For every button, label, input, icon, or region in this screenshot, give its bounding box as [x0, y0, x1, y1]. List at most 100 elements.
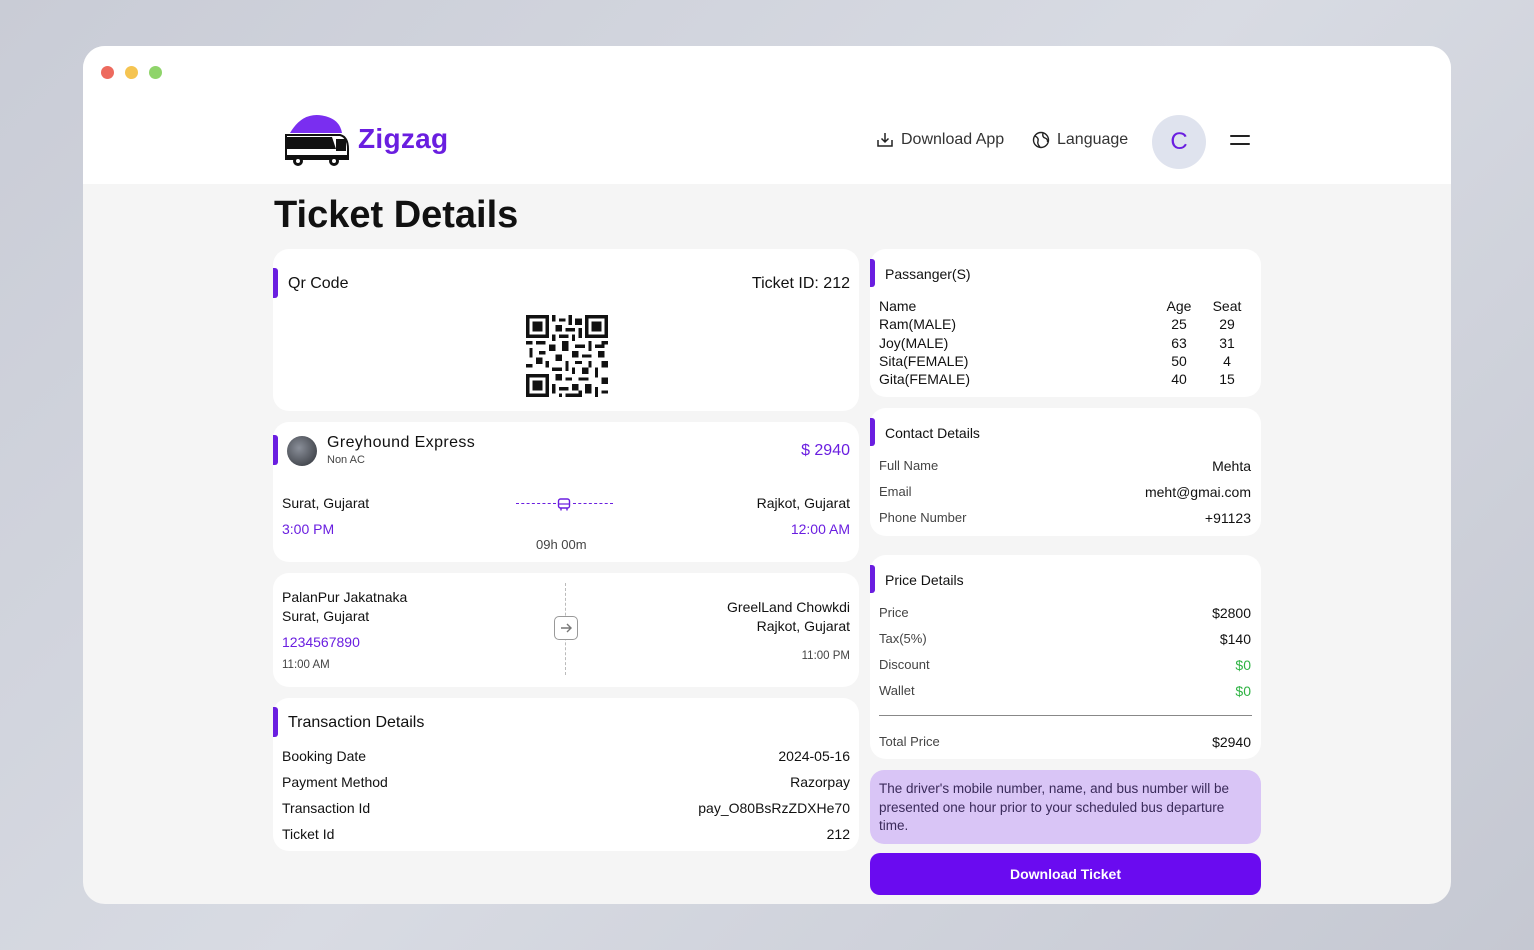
phone-label: Phone Number — [879, 510, 967, 525]
drop-time: 11:00 PM — [801, 650, 850, 662]
table-row: Gita(FEMALE) 40 15 — [879, 370, 1255, 388]
download-icon — [877, 133, 893, 147]
passenger-name: Sita(FEMALE) — [879, 353, 969, 370]
wallet-value: $0 — [1235, 683, 1251, 699]
wallet-label: Wallet — [879, 683, 915, 698]
route-line-left — [516, 503, 556, 504]
to-city: Rajkot, Gujarat — [756, 495, 850, 511]
age-header: Age — [1166, 298, 1192, 315]
passenger-seat: 15 — [1219, 371, 1235, 388]
section-accent — [870, 259, 875, 287]
passenger-name: Joy(MALE) — [879, 334, 949, 351]
qr-code-title: Qr Code — [288, 275, 349, 292]
minimize-window-dot[interactable] — [125, 66, 138, 79]
passenger-seat: 4 — [1223, 353, 1231, 370]
passenger-age: 50 — [1171, 353, 1187, 370]
from-city: Surat, Gujarat — [282, 495, 370, 511]
maximize-window-dot[interactable] — [149, 66, 162, 79]
passenger-name: Ram(MALE) — [879, 316, 957, 333]
full-name-label: Full Name — [879, 458, 939, 473]
payment-method-label: Payment Method — [282, 774, 388, 790]
ticket-id-row-label: Ticket Id — [282, 826, 335, 842]
pickup-time: 11:00 AM — [282, 659, 330, 671]
qr-code-card: Qr Code Ticket ID: 212 — [273, 249, 859, 411]
discount-value: $0 — [1235, 657, 1251, 673]
section-accent — [273, 707, 278, 737]
passengers-table: Name Age Seat Ram(MALE) 25 29 Joy(MALE) … — [879, 297, 1255, 388]
ticket-id-label: Ticket ID: 212 — [751, 275, 850, 292]
phone-value: +91123 — [1204, 510, 1251, 526]
passenger-age: 25 — [1171, 316, 1187, 333]
transaction-title: Transaction Details — [288, 714, 425, 731]
email-label: Email — [879, 484, 912, 499]
price-value: $2800 — [1212, 605, 1251, 621]
section-accent — [870, 565, 875, 593]
table-row: Joy(MALE) 63 31 — [879, 334, 1255, 352]
passengers-card: Passanger(S) Name Age Seat Ram(MALE) 25 … — [870, 249, 1261, 397]
download-app-label: Download App — [901, 131, 1005, 148]
brand-name: Zigzag — [358, 123, 449, 154]
driver-info-note: The driver's mobile number, name, and bu… — [870, 770, 1261, 844]
logo[interactable]: Zigzag — [280, 109, 448, 169]
passenger-seat: 29 — [1219, 316, 1235, 333]
passengers-title: Passanger(S) — [885, 266, 971, 282]
passenger-age: 63 — [1171, 334, 1187, 351]
section-accent — [273, 268, 278, 298]
bus-route-icon — [557, 498, 571, 511]
pickup-point-name: PalanPur Jakatnaka — [282, 589, 408, 605]
bus-price: $ 2940 — [801, 442, 850, 459]
full-name-value: Mehta — [1212, 458, 1251, 474]
contact-title: Contact Details — [885, 425, 980, 441]
total-price-label: Total Price — [879, 734, 940, 749]
menu-icon[interactable] — [1230, 135, 1250, 149]
section-accent — [870, 418, 875, 446]
price-divider — [879, 715, 1252, 716]
page-title: Ticket Details — [274, 194, 519, 236]
bus-logo-icon — [285, 115, 349, 166]
pickup-phone[interactable]: 1234567890 — [282, 634, 360, 650]
bus-type: Non AC — [327, 454, 365, 466]
globe-icon — [1032, 131, 1050, 149]
download-ticket-button[interactable]: Download Ticket — [870, 853, 1261, 895]
transaction-id-value: pay_O80BsRzZDXHe70 — [698, 800, 850, 816]
tax-value: $140 — [1219, 631, 1251, 647]
discount-label: Discount — [879, 657, 930, 672]
transaction-id-label: Transaction Id — [282, 800, 371, 816]
departure-time: 3:00 PM — [282, 521, 335, 537]
total-price-value: $2940 — [1212, 734, 1251, 750]
trip-duration: 09h 00m — [536, 537, 587, 552]
price-title: Price Details — [885, 572, 964, 588]
booking-date-value: 2024-05-16 — [778, 748, 850, 764]
section-accent — [273, 435, 278, 465]
header-bar: Zigzag Download App Language C — [83, 46, 1451, 184]
arrival-time: 12:00 AM — [790, 521, 850, 537]
transaction-details-card: Transaction Details Booking Date 2024-05… — [273, 698, 859, 851]
name-header: Name — [879, 298, 917, 315]
drop-point-name: GreelLand Chowkdi — [727, 599, 850, 615]
price-details-card: Price Details Price $2800 Tax(5%) $140 D… — [870, 555, 1261, 759]
bus-name: Greyhound Express — [327, 434, 476, 451]
language-selector[interactable]: Language — [1032, 131, 1128, 149]
passenger-name: Gita(FEMALE) — [879, 371, 971, 388]
bus-info-card: Greyhound Express Non AC $ 2940 Surat, G… — [273, 422, 859, 562]
boarding-points-card: PalanPur Jakatnaka Surat, Gujarat 123456… — [273, 573, 859, 687]
route-line-right — [573, 503, 613, 504]
email-value: meht@gmai.com — [1144, 484, 1251, 500]
seat-header: Seat — [1212, 298, 1242, 315]
arrow-right-icon — [554, 616, 578, 640]
table-row: Ram(MALE) 25 29 — [879, 315, 1255, 333]
passenger-seat: 31 — [1219, 334, 1235, 351]
pickup-city: Surat, Gujarat — [282, 608, 370, 624]
passenger-age: 40 — [1171, 371, 1187, 388]
tax-label: Tax(5%) — [879, 631, 927, 646]
download-app-link[interactable]: Download App — [876, 131, 1004, 149]
booking-date-label: Booking Date — [282, 748, 367, 764]
language-label: Language — [1057, 131, 1129, 148]
table-header-row: Name Age Seat — [879, 297, 1255, 315]
close-window-dot[interactable] — [101, 66, 114, 79]
table-row: Sita(FEMALE) 50 4 — [879, 352, 1255, 370]
price-label: Price — [879, 605, 909, 620]
bus-photo — [287, 436, 317, 466]
avatar[interactable]: C — [1152, 115, 1206, 169]
contact-details-card: Contact Details Full Name Mehta Email me… — [870, 408, 1261, 536]
